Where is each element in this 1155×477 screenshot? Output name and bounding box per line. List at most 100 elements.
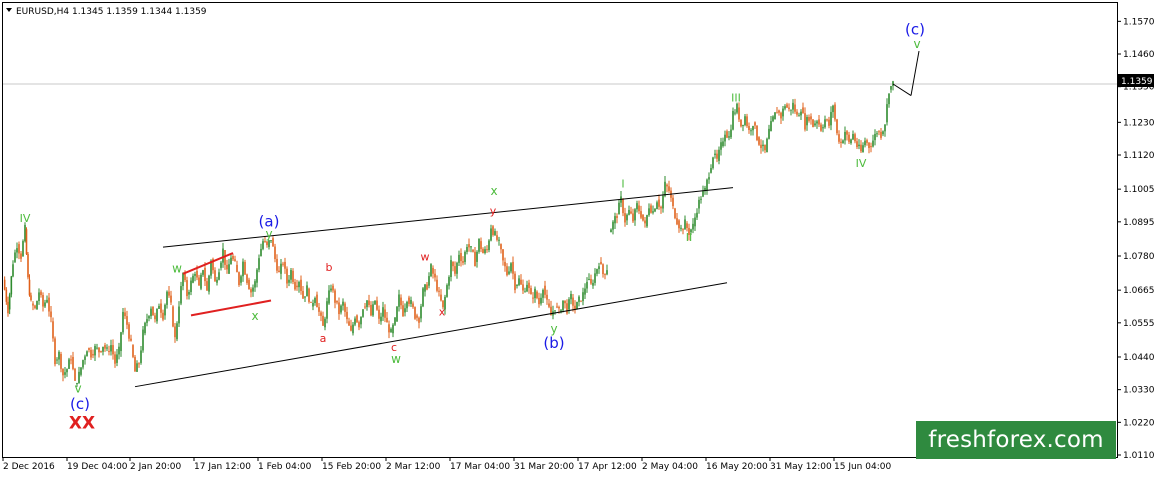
candle-body (330, 288, 332, 291)
candle-body (216, 279, 218, 283)
candle-body (646, 215, 648, 227)
candle-body (396, 306, 398, 322)
candle-body (238, 272, 240, 285)
candle-body (234, 259, 236, 261)
x-tick-label: 31 Mar 20:00 (514, 462, 574, 472)
candle-body (25, 229, 28, 255)
candle-body (324, 318, 326, 328)
candle-body (600, 261, 602, 265)
candle-body (110, 345, 112, 352)
candle-body (284, 261, 286, 269)
candle-body (824, 119, 826, 128)
candle-body (636, 203, 638, 210)
candle-body (694, 217, 696, 227)
candle-body (32, 303, 34, 306)
candle-body (27, 254, 29, 278)
candle-body (622, 199, 624, 214)
candle-body (652, 211, 654, 213)
wave-label: y (490, 204, 497, 217)
candle-body (722, 141, 724, 147)
candle-body (512, 261, 514, 274)
candle-body (350, 325, 352, 331)
candle-body (834, 104, 836, 120)
candle-body (462, 261, 464, 263)
candle-body (724, 134, 726, 142)
candle-body (222, 248, 224, 263)
candle-body (820, 124, 822, 131)
candle-body (280, 263, 282, 274)
candle-body (788, 107, 790, 109)
candle-body (782, 108, 784, 117)
candle-body (740, 119, 742, 127)
candle-body (680, 227, 682, 229)
candle-body (880, 131, 882, 138)
candle-body (830, 112, 832, 126)
candle-body (648, 208, 650, 216)
candle-body (422, 288, 424, 307)
wave-label: II (686, 231, 693, 244)
candle-body (870, 146, 872, 148)
candle-body (328, 290, 330, 304)
candle-body (172, 306, 174, 327)
candle-body (188, 292, 190, 295)
candle-body (768, 128, 770, 139)
candle-body (796, 111, 798, 115)
candle-body (404, 308, 406, 313)
candle-body (678, 220, 680, 229)
candle-body (628, 210, 630, 215)
candle-body (480, 241, 482, 249)
candle-body (240, 276, 242, 283)
wave-label: XX (69, 413, 95, 433)
candle-body (438, 290, 440, 292)
x-tick-label: 2 Dec 2016 (3, 462, 55, 472)
candle-body (158, 305, 160, 309)
candle-body (360, 316, 362, 325)
candle-body (818, 119, 820, 125)
current-price-label: 1.1359 (1121, 77, 1153, 87)
wave-label: w (391, 352, 401, 366)
wave-label: (b) (543, 334, 564, 352)
candle-body (882, 131, 884, 135)
candle-body (244, 261, 246, 275)
candle-body (844, 131, 846, 141)
x-tick-label: 31 May 12:00 (770, 462, 832, 472)
wave-label: v (74, 382, 81, 396)
candle-body (10, 276, 13, 295)
candle-body (812, 119, 814, 128)
candle-body (802, 107, 804, 114)
candle-body (170, 295, 172, 303)
x-tick-label: 19 Dec 04:00 (67, 462, 128, 472)
candle-body (398, 294, 400, 307)
candle-body (368, 300, 370, 305)
candle-body (516, 284, 518, 286)
candle-body (452, 261, 454, 267)
candle-body (88, 348, 90, 350)
y-tick-label: 1.0330 (1123, 386, 1155, 396)
candle-body (112, 345, 114, 355)
candle-body (668, 186, 670, 191)
candle-body (134, 356, 136, 372)
candle-body (854, 134, 856, 142)
candle-body (430, 264, 432, 277)
candle-body (460, 253, 462, 262)
x-tick-label: 17 Jan 12:00 (194, 462, 251, 472)
candle-body (510, 263, 512, 272)
candle-body (130, 338, 132, 341)
candle-body (546, 294, 548, 300)
candle-body (5, 289, 8, 302)
candle-body (414, 307, 416, 319)
candle-body (286, 268, 288, 284)
candle-body (340, 305, 342, 313)
candle-body (666, 184, 668, 187)
candle-body (334, 290, 336, 303)
candle-body (228, 264, 230, 274)
candle-body (470, 246, 472, 248)
wave-label: (c) (905, 21, 925, 39)
wave-label: III (731, 92, 741, 105)
wave-label: IV (856, 157, 867, 170)
candle-body (20, 253, 22, 259)
candle-body (166, 291, 168, 305)
candle-body (450, 260, 452, 278)
candle-body (568, 299, 570, 310)
candle-body (838, 134, 840, 142)
